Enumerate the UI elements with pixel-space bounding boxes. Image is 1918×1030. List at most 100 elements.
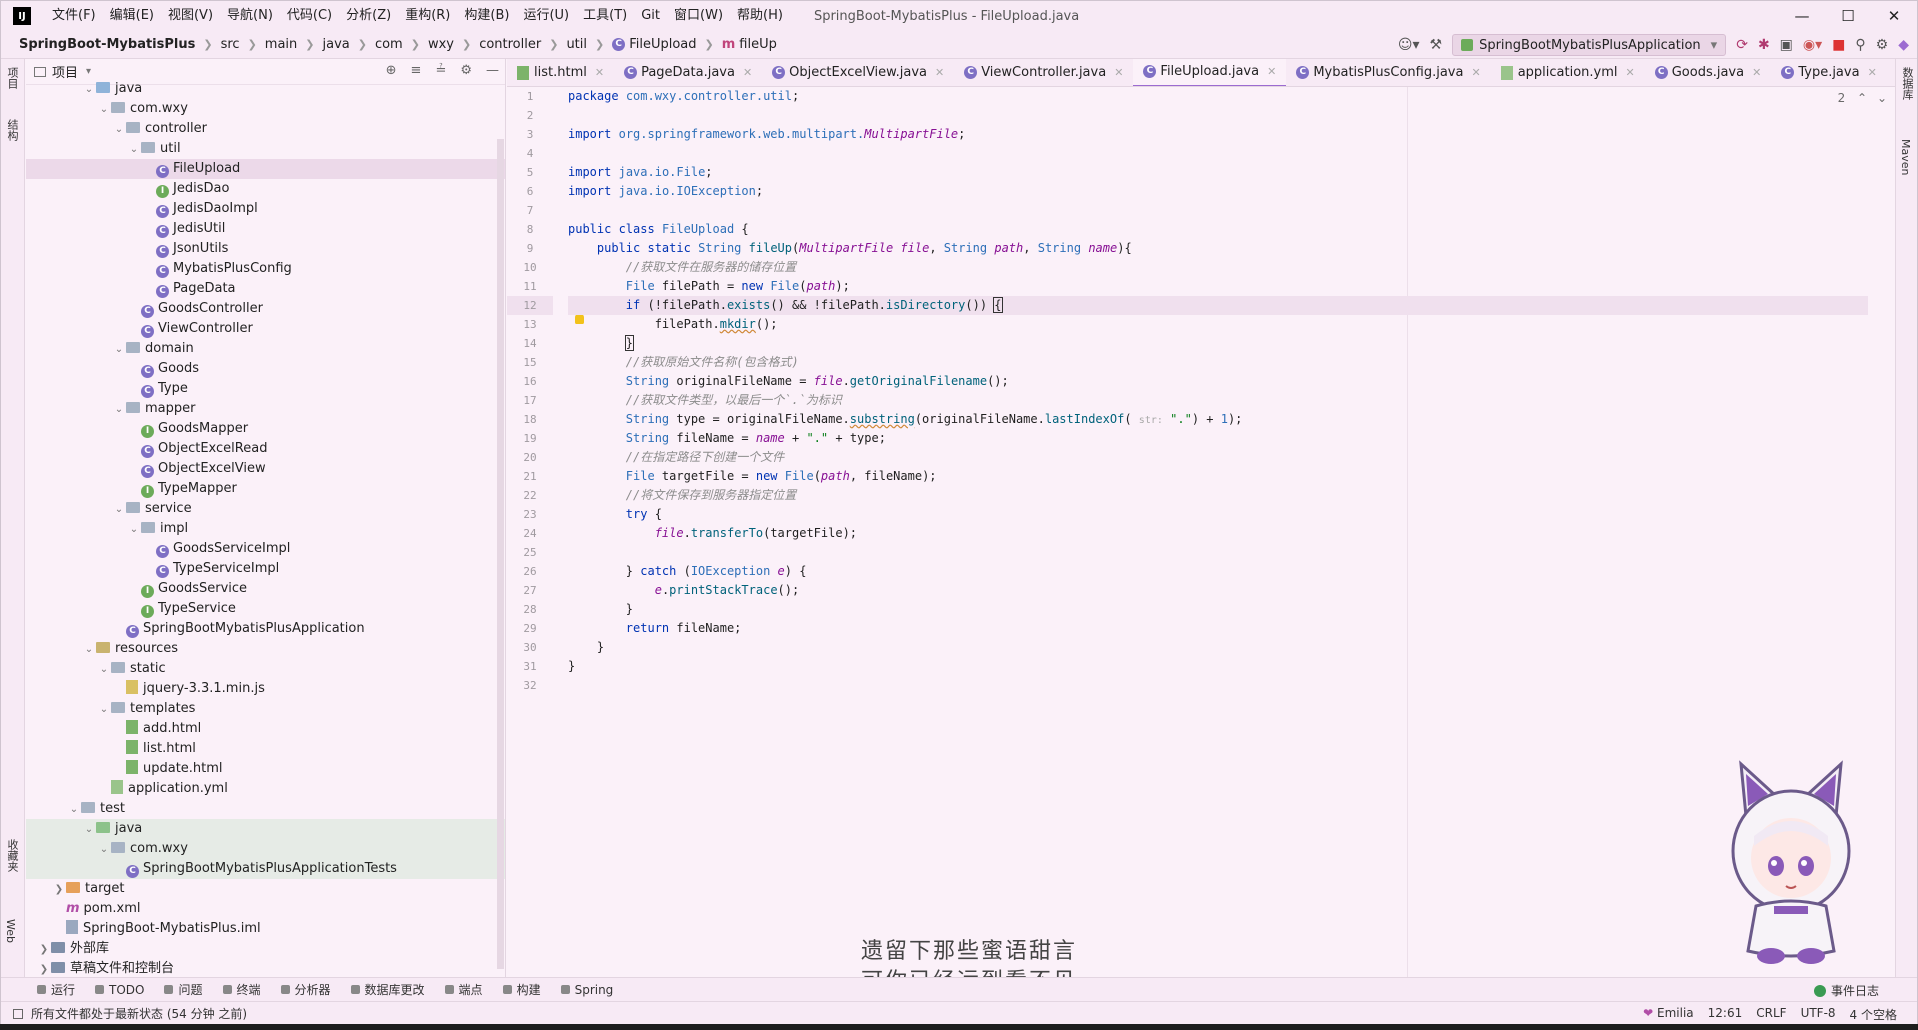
tree-node[interactable]: C Goods: [26, 359, 505, 379]
bottom-tool-tab[interactable]: TODO: [95, 981, 144, 998]
plugin-icon[interactable]: ◆: [1898, 37, 1909, 53]
gear-icon[interactable]: ⚙: [460, 63, 472, 78]
chevron-down-icon[interactable]: ⌄: [97, 700, 111, 720]
bottom-tool-tab[interactable]: 问题: [164, 981, 203, 998]
file-encoding[interactable]: UTF-8: [1801, 1006, 1836, 1023]
tree-node[interactable]: ⌄ domain: [26, 339, 505, 360]
tree-node[interactable]: jquery-3.3.1.min.js: [26, 679, 505, 699]
locate-icon[interactable]: ⊕: [386, 63, 397, 78]
bottom-tool-tab[interactable]: 端点: [444, 981, 483, 998]
database-tool-tab[interactable]: 数据库: [1899, 67, 1915, 100]
event-log-button[interactable]: 事件日志: [1813, 982, 1879, 999]
menu-item[interactable]: 导航(N): [220, 1, 280, 31]
tree-node[interactable]: ⌄ java: [26, 819, 505, 840]
close-icon[interactable]: ✕: [743, 66, 752, 79]
breadcrumb-method[interactable]: fileUp: [739, 37, 777, 52]
chevron-down-icon[interactable]: ⌄: [82, 640, 96, 660]
close-icon[interactable]: ✕: [1626, 66, 1635, 79]
indent-setting[interactable]: 4 个空格: [1850, 1006, 1897, 1023]
close-icon[interactable]: ✕: [1471, 66, 1480, 79]
tree-node[interactable]: I GoodsService: [26, 579, 505, 599]
build-hammer-icon[interactable]: ⚒: [1430, 37, 1443, 53]
breadcrumb-class[interactable]: FileUpload: [629, 37, 696, 52]
caret-position[interactable]: 12:61: [1708, 1006, 1743, 1023]
maven-tool-tab[interactable]: Maven: [1899, 139, 1912, 175]
bottom-tool-tab[interactable]: 数据库更改: [350, 981, 425, 998]
tree-node[interactable]: I TypeService: [26, 599, 505, 619]
tree-node[interactable]: C GoodsController: [26, 299, 505, 319]
tree-node[interactable]: C SpringBootMybatisPlusApplicationTests: [26, 859, 505, 879]
tree-node[interactable]: ⌄ mapper: [26, 399, 505, 420]
web-tool-tab[interactable]: Web: [4, 919, 17, 943]
bottom-tool-tab[interactable]: 运行: [37, 981, 75, 998]
tree-node[interactable]: ⌄ impl: [26, 519, 505, 540]
collapse-all-icon[interactable]: ≟: [435, 63, 446, 78]
menu-item[interactable]: 视图(V): [161, 1, 220, 31]
menu-item[interactable]: 工具(T): [576, 1, 634, 31]
search-icon[interactable]: ⚲: [1855, 37, 1865, 53]
structure-tool-tab[interactable]: 结构: [4, 119, 20, 141]
profile-icon[interactable]: ◉▾: [1803, 37, 1822, 53]
chevron-down-icon[interactable]: ⌄: [127, 140, 141, 160]
expand-all-icon[interactable]: ≡: [411, 63, 422, 78]
code-content[interactable]: package com.wxy.controller.util; import …: [568, 87, 1868, 695]
code-editor[interactable]: 1 2 3 4 5 6 7 8 9 10 11 12 13 14 15 16 17 18 19 20 21 22 23 24 2…: [507, 87, 1897, 977]
line-separator[interactable]: CRLF: [1756, 1006, 1786, 1023]
debug-icon[interactable]: ✱: [1758, 37, 1770, 53]
chevron-down-icon[interactable]: ⌄: [112, 500, 126, 520]
editor-tab[interactable]: C ViewController.java ✕: [954, 59, 1133, 86]
menu-item[interactable]: 文件(F): [45, 1, 103, 31]
editor-tab[interactable]: C PageData.java ✕: [614, 59, 762, 86]
run-config-select[interactable]: SpringBootMybatisPlusApplication ▾: [1452, 34, 1727, 56]
tree-node[interactable]: application.yml: [26, 779, 505, 799]
breadcrumb-item[interactable]: util: [566, 37, 587, 52]
tree-node[interactable]: I TypeMapper: [26, 479, 505, 499]
close-button[interactable]: ✕: [1871, 1, 1917, 31]
menu-item[interactable]: 重构(R): [398, 1, 457, 31]
chevron-down-icon[interactable]: ⌄: [112, 120, 126, 140]
tree-node[interactable]: ❯ 外部库: [26, 939, 505, 959]
tree-node[interactable]: ⌄ static: [26, 659, 505, 679]
close-icon[interactable]: ✕: [1868, 66, 1877, 79]
chevron-down-icon[interactable]: ⌄: [112, 400, 126, 420]
status-square-icon[interactable]: [13, 1008, 23, 1019]
tree-node[interactable]: ⌄ controller: [26, 119, 505, 140]
tree-node[interactable]: SpringBoot-MybatisPlus.iml: [26, 919, 505, 939]
bottom-tool-tab[interactable]: Spring: [560, 981, 613, 998]
project-scrollbar[interactable]: [497, 139, 504, 969]
chevron-down-icon[interactable]: ▾: [86, 66, 91, 77]
chevron-down-icon[interactable]: ⌄: [112, 340, 126, 360]
chevron-down-icon[interactable]: ⌄: [1877, 91, 1887, 105]
breadcrumb-item[interactable]: wxy: [428, 37, 454, 52]
tree-node[interactable]: C GoodsServiceImpl: [26, 539, 505, 559]
tree-node[interactable]: ⌄ service: [26, 499, 505, 520]
close-icon[interactable]: ✕: [935, 66, 944, 79]
tree-node[interactable]: ⌄ test: [26, 799, 505, 819]
gear-icon[interactable]: ⚙: [1876, 37, 1889, 53]
close-icon[interactable]: ✕: [1114, 66, 1123, 79]
chevron-down-icon[interactable]: ⌄: [82, 80, 96, 100]
tree-node[interactable]: ⌄ templates: [26, 699, 505, 720]
breadcrumb-item[interactable]: main: [265, 37, 297, 52]
tree-node[interactable]: C JsonUtils: [26, 239, 505, 259]
tree-node[interactable]: I JedisDao: [26, 179, 505, 199]
tree-node[interactable]: update.html: [26, 759, 505, 779]
minimize-button[interactable]: —: [1779, 1, 1825, 31]
tree-node[interactable]: add.html: [26, 719, 505, 739]
chevron-down-icon[interactable]: ⌄: [127, 520, 141, 540]
tree-node[interactable]: C JedisUtil: [26, 219, 505, 239]
breadcrumb-item[interactable]: com: [375, 37, 403, 52]
editor-tab[interactable]: C ObjectExcelView.java ✕: [762, 59, 954, 86]
menu-item[interactable]: Git: [634, 1, 667, 31]
chevron-right-icon[interactable]: ❯: [52, 880, 66, 900]
tree-node[interactable]: C FileUpload: [26, 159, 505, 179]
editor-tab[interactable]: list.html ✕: [507, 59, 614, 86]
chevron-down-icon[interactable]: ⌄: [97, 100, 111, 120]
menu-item[interactable]: 窗口(W): [667, 1, 730, 31]
tree-node[interactable]: C MybatisPlusConfig: [26, 259, 505, 279]
breadcrumb-item[interactable]: controller: [479, 37, 541, 52]
editor-tab[interactable]: C FileUpload.java ✕: [1133, 59, 1287, 86]
menu-item[interactable]: 编辑(E): [103, 1, 161, 31]
chevron-down-icon[interactable]: ⌄: [97, 840, 111, 860]
chevron-down-icon[interactable]: ⌄: [82, 820, 96, 840]
